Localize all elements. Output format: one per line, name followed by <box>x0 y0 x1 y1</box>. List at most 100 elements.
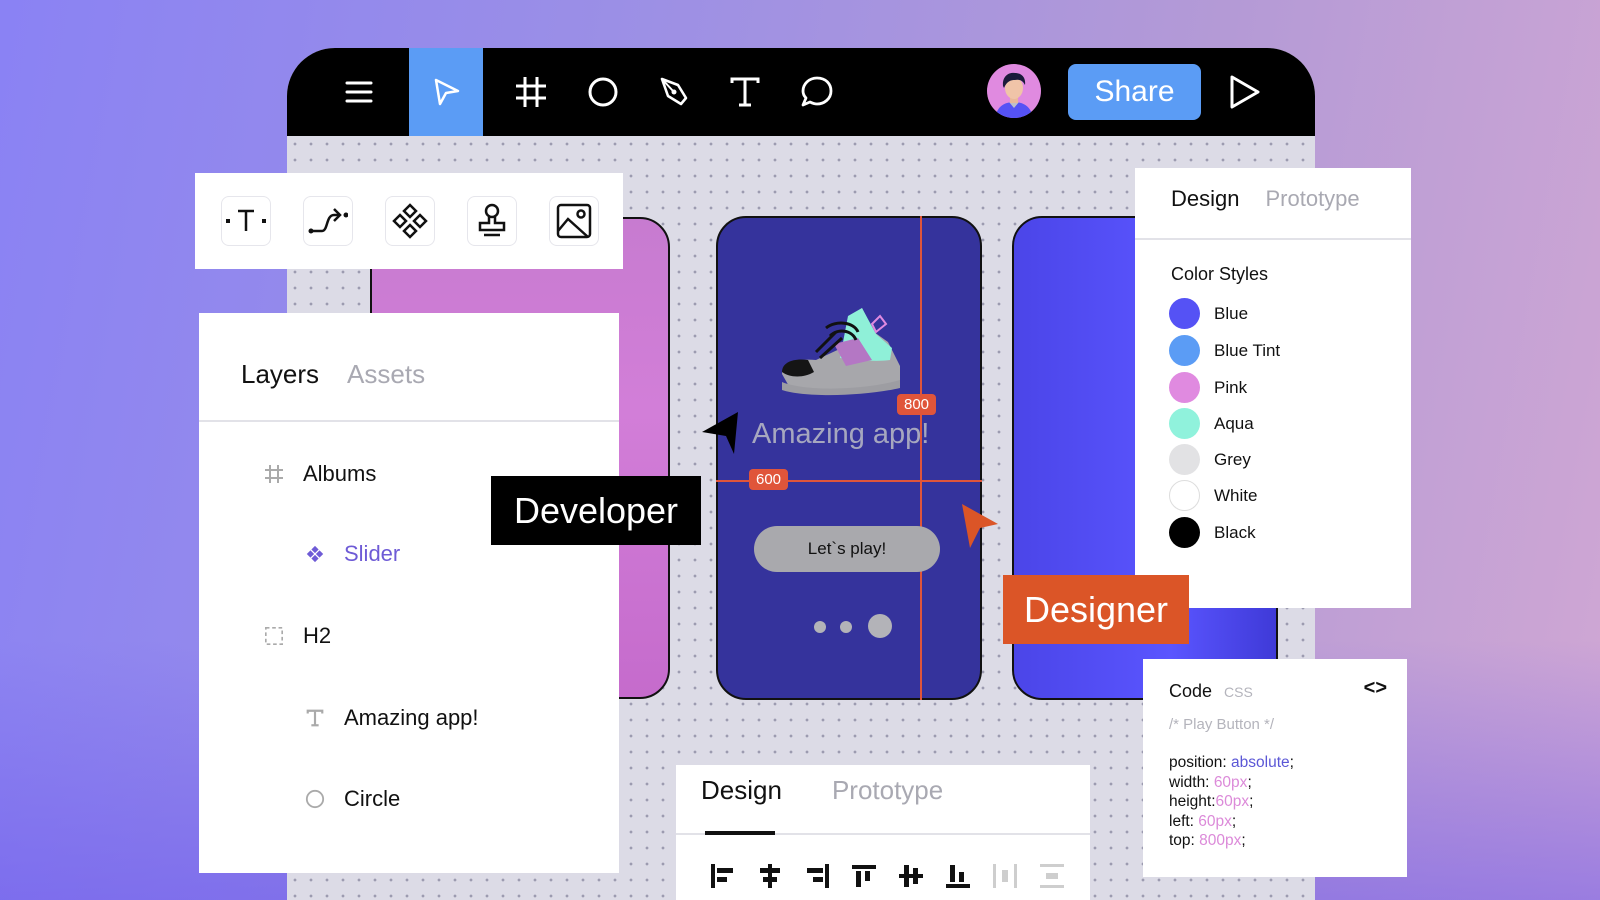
frame-hash-icon <box>516 77 546 107</box>
speech-bubble-icon <box>801 76 833 107</box>
layer-item-selected[interactable]: Slider <box>304 541 400 567</box>
active-tab-underline <box>705 831 775 835</box>
layer-label: Slider <box>344 541 401 566</box>
circle-icon <box>588 77 618 107</box>
frame-hash-icon <box>263 463 285 485</box>
color-name: Black <box>1214 522 1256 542</box>
lets-play-button[interactable]: Let`s play! <box>754 526 940 572</box>
css-property: position: <box>1169 754 1232 771</box>
component-diamonds-icon <box>392 203 428 239</box>
connector-tool[interactable] <box>303 196 353 246</box>
component-tool[interactable] <box>385 196 435 246</box>
code-lines: position: absolute; width: 60px; height:… <box>1169 753 1381 851</box>
layer-item[interactable]: Circle <box>304 786 400 812</box>
code-panel: Code CSS <> /* Play Button */ position: … <box>1143 659 1407 877</box>
color-style-item[interactable]: Aqua <box>1169 408 1254 439</box>
css-value: absolute <box>1231 754 1290 771</box>
color-style-item[interactable]: Blue <box>1169 298 1248 329</box>
code-line: top: 800px; <box>1169 832 1246 849</box>
stamp-tool[interactable] <box>467 196 517 246</box>
pager-dot[interactable] <box>840 621 852 633</box>
phone-frame-main[interactable] <box>716 216 982 700</box>
bottom-tabs: Design Prototype <box>676 765 1090 835</box>
code-title: Code <box>1169 681 1213 701</box>
measure-label-vertical: 800 <box>897 394 937 415</box>
layer-label: Amazing app! <box>344 705 479 730</box>
image-tool[interactable] <box>549 196 599 246</box>
tab-prototype[interactable]: Prototype <box>832 775 943 833</box>
layer-item[interactable]: H2 <box>263 623 331 649</box>
text-box-tool[interactable] <box>221 196 271 246</box>
tab-design[interactable]: Design <box>1171 186 1239 238</box>
layer-item[interactable]: Albums <box>263 461 376 487</box>
sneaker-illustration <box>782 308 900 396</box>
color-swatch <box>1169 335 1200 366</box>
align-left-icon[interactable] <box>708 861 738 891</box>
align-horizontal-center-icon[interactable] <box>755 861 785 891</box>
layer-label: Circle <box>344 786 401 811</box>
tab-prototype[interactable]: Prototype <box>1265 186 1359 238</box>
color-name: White <box>1214 485 1258 505</box>
code-comment: /* Play Button */ <box>1169 716 1275 733</box>
pager-dot-active[interactable] <box>868 614 892 638</box>
color-style-item[interactable]: White <box>1169 480 1257 511</box>
phone-heading-text: Amazing app! <box>752 418 930 450</box>
code-language[interactable]: CSS <box>1224 684 1253 700</box>
designer-cursor-icon <box>962 504 998 548</box>
connector-path-icon <box>308 208 348 234</box>
align-vertical-center-icon[interactable] <box>896 861 926 891</box>
pager-dot[interactable] <box>814 621 826 633</box>
user-avatar[interactable] <box>987 64 1041 118</box>
color-style-item[interactable]: Black <box>1169 517 1256 548</box>
color-style-item[interactable]: Blue Tint <box>1169 335 1280 366</box>
vertical-guide-line <box>920 216 922 700</box>
cursor-arrow-icon <box>434 78 460 106</box>
move-tool-button[interactable] <box>409 48 483 136</box>
tab-design[interactable]: Design <box>701 775 782 833</box>
color-name: Grey <box>1214 449 1251 469</box>
align-top-icon[interactable] <box>849 861 879 891</box>
code-line: left: 60px; <box>1169 812 1237 830</box>
hamburger-menu-icon <box>345 81 373 103</box>
developer-cursor-icon <box>702 412 738 454</box>
text-tool-button[interactable] <box>709 48 781 136</box>
css-property: left: <box>1169 812 1199 830</box>
text-t-icon <box>304 707 326 729</box>
color-style-item[interactable]: Grey <box>1169 444 1251 475</box>
component-icon <box>304 543 326 565</box>
color-style-item[interactable]: Pink <box>1169 372 1247 403</box>
measure-label-horizontal: 600 <box>749 469 789 490</box>
dashed-frame-icon <box>263 625 285 647</box>
pen-tool-button[interactable] <box>639 48 709 136</box>
distribute-horizontal-icon[interactable] <box>990 861 1020 891</box>
code-line: position: absolute; <box>1169 754 1294 771</box>
code-line: width: 60px; <box>1169 773 1252 791</box>
tab-assets[interactable]: Assets <box>347 359 425 390</box>
ellipse-tool-button[interactable] <box>567 48 639 136</box>
share-button[interactable]: Share <box>1068 64 1201 120</box>
align-right-icon[interactable] <box>802 861 832 891</box>
present-button[interactable] <box>1222 70 1266 114</box>
layer-item[interactable]: Amazing app! <box>304 705 479 731</box>
frame-tool-button[interactable] <box>495 48 567 136</box>
design-tabs: Design Prototype <box>1135 168 1411 240</box>
color-name: Blue <box>1214 303 1249 323</box>
css-value: 60px <box>1213 773 1248 791</box>
text-t-icon <box>730 77 760 107</box>
css-value: 800px <box>1199 832 1242 849</box>
circle-icon <box>304 788 326 810</box>
color-swatch <box>1169 517 1200 548</box>
comment-tool-button[interactable] <box>781 48 853 136</box>
color-name: Blue Tint <box>1214 340 1281 360</box>
layers-panel: Layers Assets Albums Slider H2 Amazing a… <box>199 313 619 873</box>
color-name: Aqua <box>1214 413 1254 433</box>
align-bottom-icon[interactable] <box>943 861 973 891</box>
distribute-vertical-icon[interactable] <box>1037 861 1067 891</box>
css-property: width: <box>1169 773 1214 791</box>
tab-layers[interactable]: Layers <box>241 359 319 390</box>
css-property: top: <box>1169 832 1200 849</box>
text-box-icon <box>226 209 266 231</box>
menu-button[interactable] <box>309 48 409 136</box>
code-brackets-icon[interactable]: <> <box>1364 677 1387 700</box>
alignment-toolbar <box>676 835 1090 891</box>
